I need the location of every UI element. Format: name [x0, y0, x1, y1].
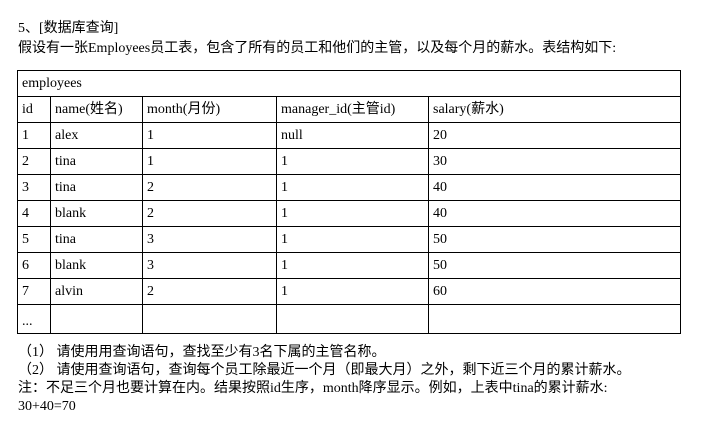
table-row: 5 tina 3 1 50 [17, 226, 682, 253]
cell-id: 1 [17, 122, 51, 149]
cell-id: 7 [17, 278, 51, 305]
table-row: 7 alvin 2 1 60 [17, 278, 682, 305]
empty-cell [50, 304, 143, 334]
cell-salary: 40 [427, 174, 682, 201]
employees-table: employees id name(姓名) month(月份) manager_… [16, 70, 682, 334]
cell-manager-id: 1 [276, 252, 429, 279]
cell-id: 4 [17, 200, 51, 227]
formula-text: 30+40=70 [18, 399, 76, 414]
cell-name: alvin [50, 278, 143, 305]
table-header-row: id name(姓名) month(月份) manager_id(主管id) s… [17, 96, 682, 123]
empty-cell [142, 304, 277, 334]
cell-id: 6 [17, 252, 51, 279]
table-row: 4 blank 2 1 40 [17, 200, 682, 227]
cell-month: 2 [142, 200, 277, 227]
cell-month: 3 [142, 252, 277, 279]
note-text: 注：不足三个月也要计算在内。结果按照id生序，month降序显示。例如，上表中t… [18, 381, 608, 396]
cell-id: 2 [17, 148, 51, 175]
cell-name: tina [50, 148, 143, 175]
cell-salary: 50 [427, 252, 682, 279]
table-row: 1 alex 1 null 20 [17, 122, 682, 149]
cell-month: 1 [142, 122, 277, 149]
cell-salary: 20 [427, 122, 682, 149]
cell-name: blank [50, 200, 143, 227]
question-1: （1） 请使用用查询语句，查找至少有3名下属的主管名称。 [18, 345, 386, 360]
table-name: employees [16, 70, 682, 97]
intro-text: 假设有一张Employees员工表，包含了所有的员工和他们的主管，以及每个月的薪… [18, 41, 617, 56]
cell-month: 2 [142, 278, 277, 305]
cell-salary: 60 [427, 278, 682, 305]
column-header-month: month(月份) [142, 96, 277, 123]
cell-manager-id: 1 [276, 148, 429, 175]
cell-manager-id: 1 [276, 278, 429, 305]
cell-month: 1 [142, 148, 277, 175]
table-row: 6 blank 3 1 50 [17, 252, 682, 279]
cell-name: tina [50, 174, 143, 201]
cell-id: 3 [17, 174, 51, 201]
empty-cell [276, 304, 429, 334]
question-2: （2） 请使用查询语句，查询每个员工除最近一个月（即最大月）之外，剩下近三个月的… [18, 363, 631, 378]
cell-month: 2 [142, 174, 277, 201]
cell-name: tina [50, 226, 143, 253]
cell-name: blank [50, 252, 143, 279]
cell-month: 3 [142, 226, 277, 253]
cell-salary: 30 [427, 148, 682, 175]
cell-manager-id: 1 [276, 200, 429, 227]
table-row: 2 tina 1 1 30 [17, 148, 682, 175]
table-name-row: employees [16, 70, 682, 97]
cell-manager-id: 1 [276, 174, 429, 201]
cell-salary: 50 [427, 226, 682, 253]
table-row: 3 tina 2 1 40 [17, 174, 682, 201]
ellipsis-cell: ... [17, 304, 51, 334]
column-header-salary: salary(薪水) [427, 96, 682, 123]
column-header-manager-id: manager_id(主管id) [276, 96, 429, 123]
cell-manager-id: null [276, 122, 429, 149]
table-ellipsis-row: ... [17, 304, 682, 334]
column-header-name: name(姓名) [50, 96, 143, 123]
section-heading: 5、[数据库查询] [18, 21, 119, 36]
cell-manager-id: 1 [276, 226, 429, 253]
column-header-id: id [17, 96, 51, 123]
cell-salary: 40 [427, 200, 682, 227]
empty-cell [427, 304, 682, 334]
cell-id: 5 [17, 226, 51, 253]
cell-name: alex [50, 122, 143, 149]
